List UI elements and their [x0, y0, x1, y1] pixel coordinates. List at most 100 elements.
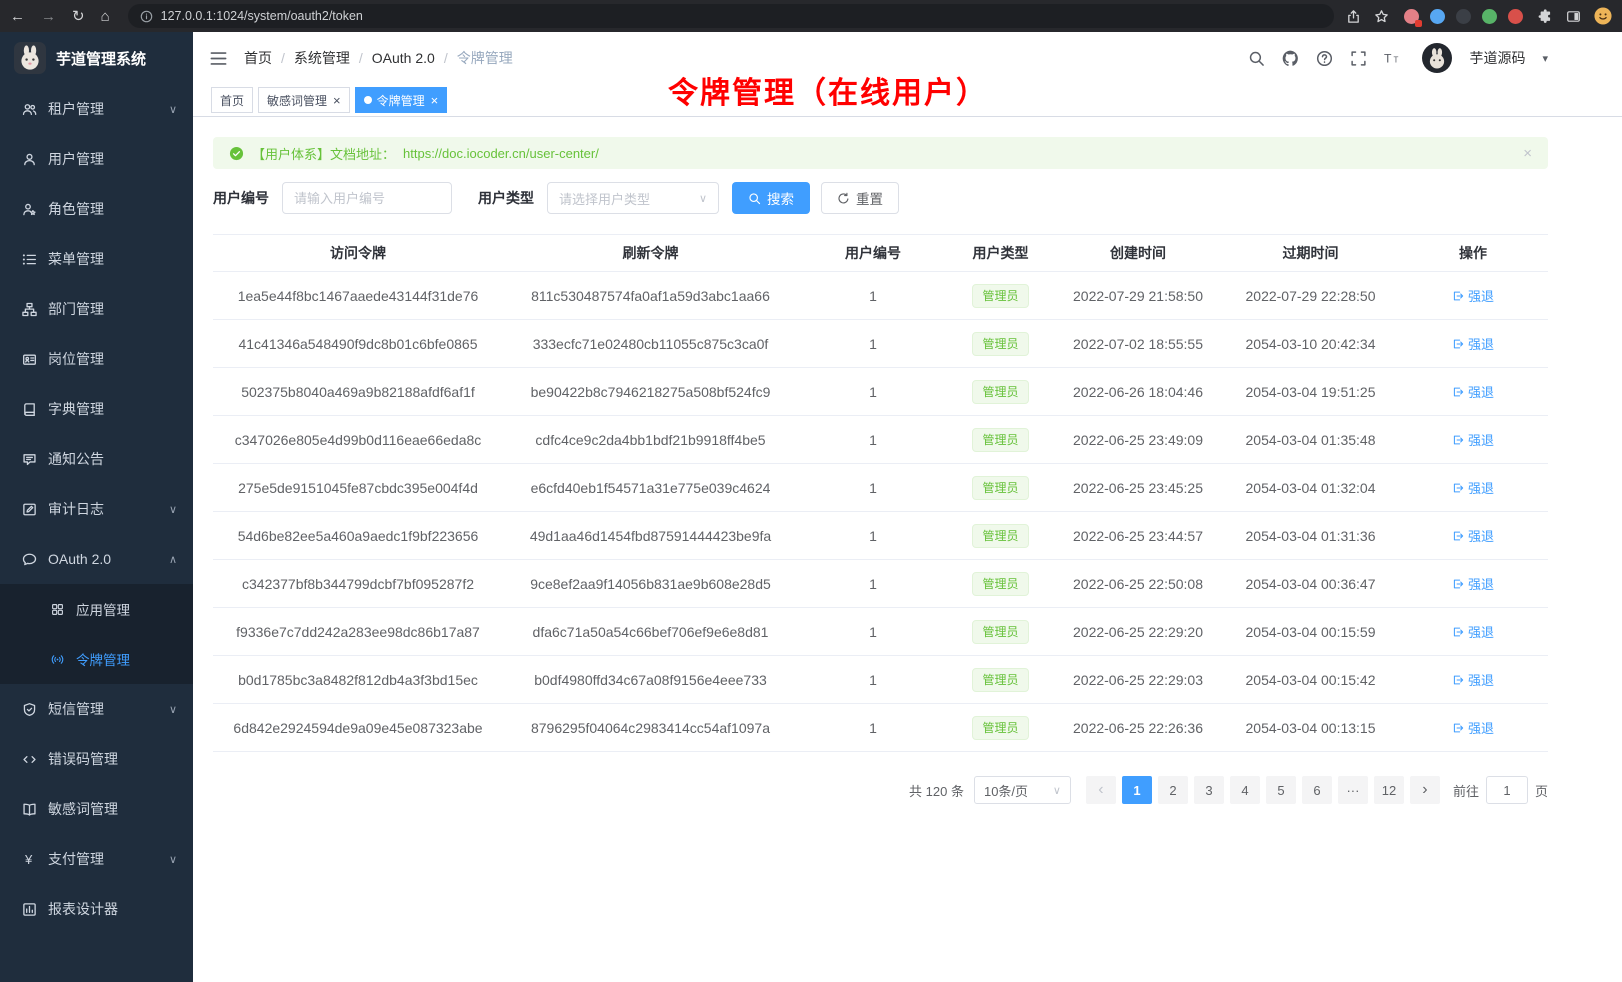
- force-logout-button[interactable]: 强退: [1452, 478, 1494, 497]
- access-token-cell: b0d1785bc3a8482f812db4a3f3bd15ec: [213, 656, 503, 704]
- browser-profile-avatar[interactable]: [1594, 7, 1612, 25]
- column-header[interactable]: 用户类型: [948, 235, 1053, 272]
- reset-button[interactable]: 重置: [821, 182, 899, 214]
- alert-close-icon[interactable]: ×: [1523, 146, 1532, 161]
- tab[interactable]: 敏感词管理 ×: [258, 87, 350, 113]
- force-logout-button[interactable]: 强退: [1452, 574, 1494, 593]
- sidebar-item[interactable]: 租户管理 ∨: [0, 84, 193, 134]
- sidebar-item[interactable]: 用户管理: [0, 134, 193, 184]
- search-icon[interactable]: [1248, 50, 1265, 67]
- force-logout-label: 强退: [1468, 430, 1494, 449]
- page-button[interactable]: 1: [1122, 776, 1152, 804]
- force-logout-button[interactable]: 强退: [1452, 718, 1494, 737]
- force-logout-button[interactable]: 强退: [1452, 286, 1494, 305]
- force-logout-button[interactable]: 强退: [1452, 670, 1494, 689]
- sidebar-item[interactable]: 审计日志 ∨: [0, 484, 193, 534]
- share-icon[interactable]: [1346, 9, 1361, 24]
- extension-icon[interactable]: [1456, 9, 1471, 24]
- breadcrumb-item[interactable]: 令牌管理: [457, 48, 513, 68]
- user-type-tag: 管理员: [972, 524, 1028, 548]
- page-button[interactable]: 12: [1374, 776, 1404, 804]
- sidebar-item[interactable]: 部门管理: [0, 284, 193, 334]
- force-logout-button[interactable]: 强退: [1452, 622, 1494, 641]
- user-name[interactable]: 芋道源码: [1469, 48, 1525, 68]
- tags-view: 首页 × 敏感词管理 × 令牌管理 ×: [193, 84, 1622, 117]
- user-id-cell: 1: [798, 320, 948, 368]
- sidebar-item[interactable]: 岗位管理: [0, 334, 193, 384]
- extensions-puzzle-icon[interactable]: [1538, 9, 1553, 24]
- breadcrumb-item[interactable]: OAuth 2.0: [372, 50, 457, 66]
- reload-icon[interactable]: ↻: [72, 9, 85, 24]
- sidebar-collapse-button[interactable]: [209, 49, 228, 68]
- github-icon[interactable]: [1282, 50, 1299, 67]
- alert-doc-link[interactable]: https://doc.iocoder.cn/user-center/: [403, 146, 599, 161]
- extension-icon[interactable]: [1508, 9, 1523, 24]
- user-type-select[interactable]: 请选择用户类型 ∨: [547, 182, 719, 214]
- sidebar-item[interactable]: 通知公告: [0, 434, 193, 484]
- tab[interactable]: 首页 ×: [211, 87, 253, 113]
- sidebar-item[interactable]: 敏感词管理: [0, 784, 193, 834]
- column-header[interactable]: 访问令牌: [213, 235, 503, 272]
- sidebar-item[interactable]: ¥ 支付管理 ∨: [0, 834, 193, 884]
- extension-icon[interactable]: [1404, 9, 1419, 24]
- sidebar-item[interactable]: OAuth 2.0 ∧: [0, 534, 193, 584]
- force-logout-button[interactable]: 强退: [1452, 334, 1494, 353]
- user-id-input[interactable]: [282, 182, 452, 214]
- home-icon[interactable]: ⌂: [101, 9, 110, 24]
- audit-icon: [21, 502, 38, 517]
- fullscreen-icon[interactable]: [1350, 50, 1367, 67]
- breadcrumb-item[interactable]: 首页: [244, 48, 294, 68]
- app-logo[interactable]: 芋道管理系统: [0, 32, 193, 84]
- sidebar-item[interactable]: 字典管理: [0, 384, 193, 434]
- page-button[interactable]: 4: [1230, 776, 1260, 804]
- info-icon[interactable]: [140, 10, 153, 23]
- table-row: 502375b8040a469a9b82188afdf6af1f be90422…: [213, 368, 1548, 416]
- sidebar-item[interactable]: 令牌管理: [0, 634, 193, 684]
- forward-icon[interactable]: →: [41, 9, 56, 24]
- column-header[interactable]: 过期时间: [1223, 235, 1398, 272]
- tab-close-icon[interactable]: ×: [333, 94, 341, 107]
- tab-close-icon[interactable]: ×: [431, 94, 439, 107]
- page-button[interactable]: 2: [1158, 776, 1188, 804]
- page-button[interactable]: 6: [1302, 776, 1332, 804]
- column-header[interactable]: 创建时间: [1053, 235, 1223, 272]
- logout-icon: [1452, 626, 1464, 638]
- page-button[interactable]: 5: [1266, 776, 1296, 804]
- bookmark-star-icon[interactable]: [1374, 9, 1389, 24]
- sidebar-item[interactable]: 短信管理 ∨: [0, 684, 193, 734]
- breadcrumb-item[interactable]: 系统管理: [294, 48, 372, 68]
- sidebar-item[interactable]: 角色管理: [0, 184, 193, 234]
- prev-page-button[interactable]: ‹: [1086, 776, 1116, 804]
- extension-group: [1404, 9, 1523, 24]
- force-logout-button[interactable]: 强退: [1452, 382, 1494, 401]
- extension-icon[interactable]: [1482, 9, 1497, 24]
- column-header[interactable]: 操作: [1398, 235, 1548, 272]
- tab-label: 令牌管理: [377, 92, 425, 109]
- page-button[interactable]: ···: [1338, 776, 1368, 804]
- back-icon[interactable]: ←: [10, 9, 25, 24]
- font-size-icon[interactable]: TT: [1384, 50, 1401, 67]
- url-bar[interactable]: 127.0.0.1:1024/system/oauth2/token: [128, 4, 1334, 28]
- search-button[interactable]: 搜索: [732, 182, 810, 214]
- user-avatar[interactable]: [1422, 43, 1452, 73]
- help-icon[interactable]: [1316, 50, 1333, 67]
- user-type-cell: 管理员: [948, 608, 1053, 656]
- page-button[interactable]: 3: [1194, 776, 1224, 804]
- sidebar-item[interactable]: 应用管理: [0, 584, 193, 634]
- force-logout-button[interactable]: 强退: [1452, 526, 1494, 545]
- goto-page-input[interactable]: [1486, 776, 1528, 804]
- extension-badge: [1415, 20, 1422, 27]
- caret-down-icon[interactable]: ▾: [1542, 52, 1548, 65]
- next-page-button[interactable]: ›: [1410, 776, 1440, 804]
- tab[interactable]: 令牌管理 ×: [355, 87, 448, 113]
- sidebar-item[interactable]: 错误码管理: [0, 734, 193, 784]
- column-header[interactable]: 用户编号: [798, 235, 948, 272]
- doc-alert: 【用户体系】文档地址： https://doc.iocoder.cn/user-…: [213, 137, 1548, 169]
- sidebar-item[interactable]: 报表设计器: [0, 884, 193, 934]
- extension-icon[interactable]: [1430, 9, 1445, 24]
- sidebar-item[interactable]: 菜单管理: [0, 234, 193, 284]
- force-logout-button[interactable]: 强退: [1452, 430, 1494, 449]
- page-size-select[interactable]: 10条/页 ∨: [974, 776, 1071, 804]
- split-view-icon[interactable]: [1566, 9, 1581, 24]
- column-header[interactable]: 刷新令牌: [503, 235, 798, 272]
